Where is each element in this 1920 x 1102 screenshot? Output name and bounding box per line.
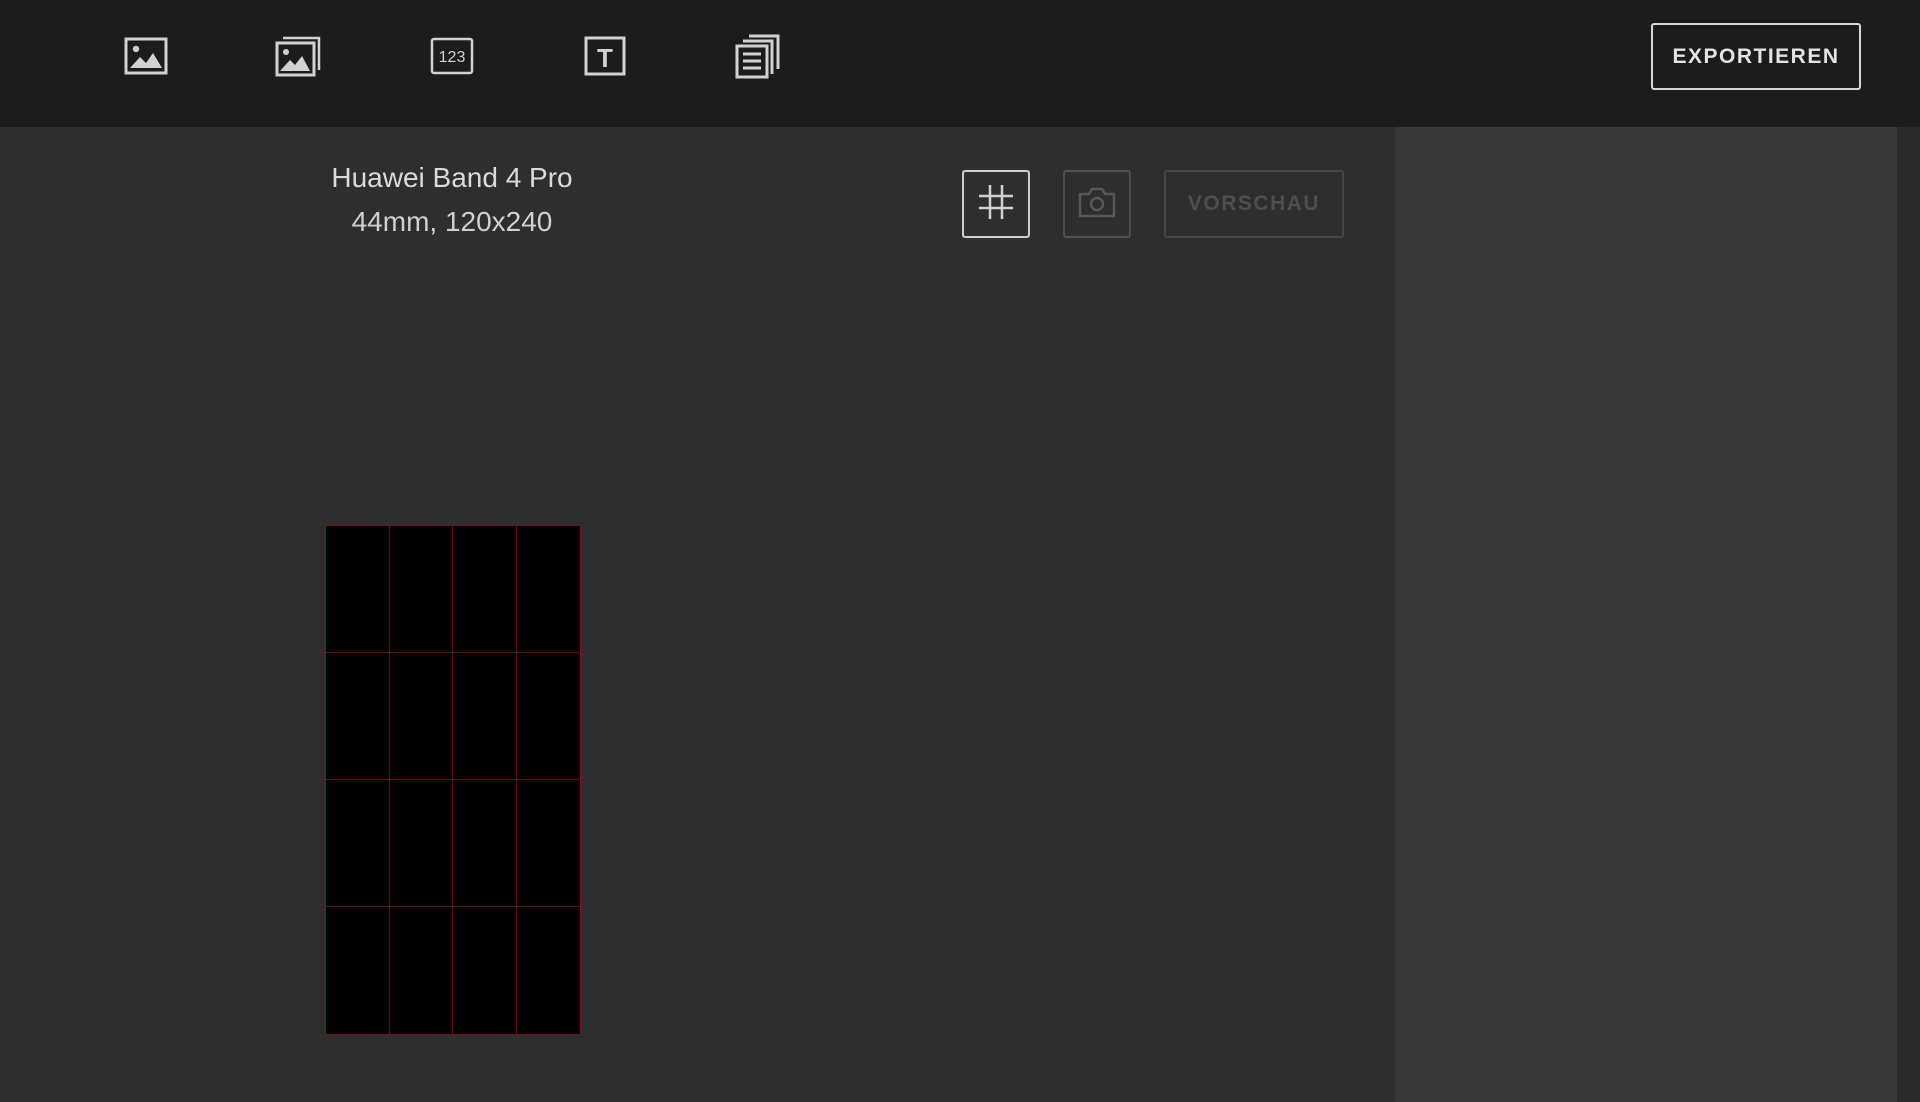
number-icon: 123 (430, 36, 474, 76)
top-toolbar: 123 T EXPORTIEREN (0, 0, 1920, 127)
preview-button[interactable]: VORSCHAU (1164, 170, 1344, 238)
device-name: Huawei Band 4 Pro (331, 162, 573, 193)
number-icon-glyph: 123 (439, 49, 466, 66)
grid-cell (453, 907, 517, 1034)
grid-cell (453, 653, 517, 780)
grid-cell (326, 780, 390, 907)
text-tool-button[interactable]: T (582, 33, 628, 79)
image-stack-icon (275, 34, 323, 78)
grid-cell (389, 780, 453, 907)
documents-tool-button[interactable] (735, 33, 781, 79)
grid-cell (389, 653, 453, 780)
grid-cell (517, 907, 581, 1034)
grid-cell (516, 780, 580, 907)
image-sequence-tool-button[interactable] (275, 33, 323, 79)
watchface-canvas[interactable] (325, 525, 581, 1035)
device-spec: 44mm, 120x240 (351, 206, 553, 237)
toggle-grid-button[interactable] (962, 170, 1030, 238)
grid-cell (326, 907, 390, 1034)
grid-cell (453, 526, 517, 653)
scrollbar-track[interactable] (1897, 127, 1920, 1102)
grid-cell (516, 653, 580, 780)
grid-icon (977, 183, 1015, 226)
grid-cell (516, 526, 580, 653)
screenshot-button[interactable] (1063, 170, 1131, 238)
number-tool-button[interactable]: 123 (429, 33, 475, 79)
camera-icon (1077, 185, 1117, 224)
grid-cell (389, 526, 453, 653)
text-icon: T (583, 35, 627, 77)
image-tool-button[interactable] (123, 33, 169, 79)
grid-cell (390, 907, 453, 1034)
copy-documents-icon (735, 33, 781, 79)
grid-cell (453, 780, 517, 907)
grid-cell (326, 653, 390, 780)
editor-workspace (0, 127, 1395, 1102)
image-icon (124, 36, 168, 76)
grid-cell (326, 526, 390, 653)
properties-panel (1395, 127, 1897, 1102)
text-icon-glyph: T (597, 43, 613, 73)
export-button[interactable]: EXPORTIEREN (1651, 23, 1861, 90)
